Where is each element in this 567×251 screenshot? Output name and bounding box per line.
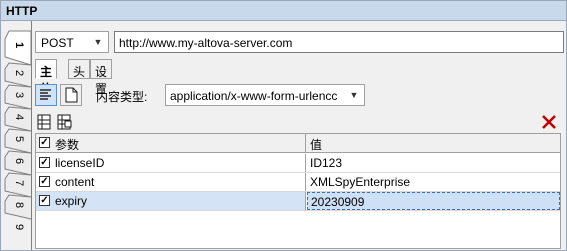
param-value-cell[interactable]: ID123 bbox=[307, 154, 560, 172]
params-header-row: ✓ 参数 值 bbox=[36, 134, 560, 153]
params-grid: ✓ 参数 值 ✓ licenseID ID123 ✓ content XMLSp… bbox=[35, 133, 561, 249]
insert-row-button[interactable] bbox=[55, 112, 75, 132]
header-param-name: 参数 bbox=[52, 134, 306, 152]
request-tab-5[interactable]: 5 bbox=[13, 132, 25, 146]
append-row-button[interactable] bbox=[35, 112, 55, 132]
content-type-value: application/x-www-form-urlencc bbox=[170, 89, 338, 103]
form-mode-button[interactable] bbox=[35, 84, 57, 106]
row-checkbox[interactable]: ✓ bbox=[39, 157, 50, 168]
header-param-value: 值 bbox=[310, 138, 323, 152]
append-row-icon bbox=[37, 114, 51, 130]
param-value-cell[interactable]: XMLSpyEnterprise bbox=[307, 173, 560, 191]
request-tab-3[interactable]: 3 bbox=[13, 88, 25, 102]
request-tabs: 1 2 3 4 5 6 7 8 9 bbox=[1, 21, 33, 250]
http-window: HTTP 1 2 3 4 5 6 7 8 9 POST ▼ http://www… bbox=[0, 0, 567, 251]
select-all-checkbox[interactable]: ✓ bbox=[39, 137, 50, 148]
chevron-down-icon: ▼ bbox=[93, 37, 103, 47]
insert-row-icon bbox=[57, 114, 72, 130]
content-type-select[interactable]: application/x-www-form-urlencc ▼ bbox=[165, 84, 365, 106]
param-value-cell[interactable]: 20230909 bbox=[307, 192, 560, 210]
table-row[interactable]: ✓ licenseID ID123 bbox=[36, 154, 560, 173]
param-name-cell[interactable]: content bbox=[52, 173, 306, 191]
table-row[interactable]: ✓ content XMLSpyEnterprise bbox=[36, 173, 560, 192]
row-checkbox[interactable]: ✓ bbox=[39, 176, 50, 187]
delete-x-icon bbox=[542, 115, 556, 129]
row-checkbox[interactable]: ✓ bbox=[39, 195, 50, 206]
tab-settings[interactable]: 设置 bbox=[90, 59, 113, 96]
request-tab-4[interactable]: 4 bbox=[13, 110, 25, 124]
request-tab-2[interactable]: 2 bbox=[13, 66, 25, 80]
method-value: POST bbox=[41, 36, 74, 50]
param-name-cell[interactable]: licenseID bbox=[52, 154, 306, 172]
delete-row-button[interactable] bbox=[539, 112, 559, 132]
tab-body[interactable]: 主体 bbox=[35, 59, 58, 96]
row-check-cell[interactable]: ✓ bbox=[36, 173, 52, 191]
window-title: HTTP bbox=[6, 4, 38, 18]
request-tab-9[interactable]: 9 bbox=[13, 220, 25, 234]
param-name-cell[interactable]: expiry bbox=[52, 192, 306, 210]
raw-mode-button[interactable] bbox=[60, 84, 82, 106]
title-bar: HTTP bbox=[1, 1, 566, 21]
url-input[interactable]: http://www.my-altova-server.com bbox=[114, 31, 564, 53]
request-tab-6[interactable]: 6 bbox=[13, 154, 25, 168]
document-icon bbox=[65, 87, 78, 103]
header-check-cell[interactable]: ✓ bbox=[36, 134, 52, 152]
chevron-down-icon: ▼ bbox=[348, 89, 360, 101]
params-toolbar bbox=[35, 112, 561, 132]
request-tab-1[interactable]: 1 bbox=[13, 38, 25, 52]
request-tab-7[interactable]: 7 bbox=[13, 176, 25, 190]
content-type-label: 内容类型: bbox=[96, 90, 148, 104]
tab-headers[interactable]: 头 bbox=[68, 59, 91, 79]
table-row[interactable]: ✓ expiry 20230909 bbox=[36, 192, 560, 211]
method-select[interactable]: POST ▼ bbox=[35, 31, 109, 53]
align-lines-icon bbox=[40, 89, 51, 100]
url-value: http://www.my-altova-server.com bbox=[119, 36, 293, 50]
row-check-cell[interactable]: ✓ bbox=[36, 154, 52, 172]
row-check-cell[interactable]: ✓ bbox=[36, 192, 52, 210]
grid-empty-area bbox=[36, 212, 560, 248]
request-tab-8[interactable]: 8 bbox=[13, 198, 25, 212]
request-panel: POST ▼ http://www.my-altova-server.com 主… bbox=[31, 21, 566, 250]
